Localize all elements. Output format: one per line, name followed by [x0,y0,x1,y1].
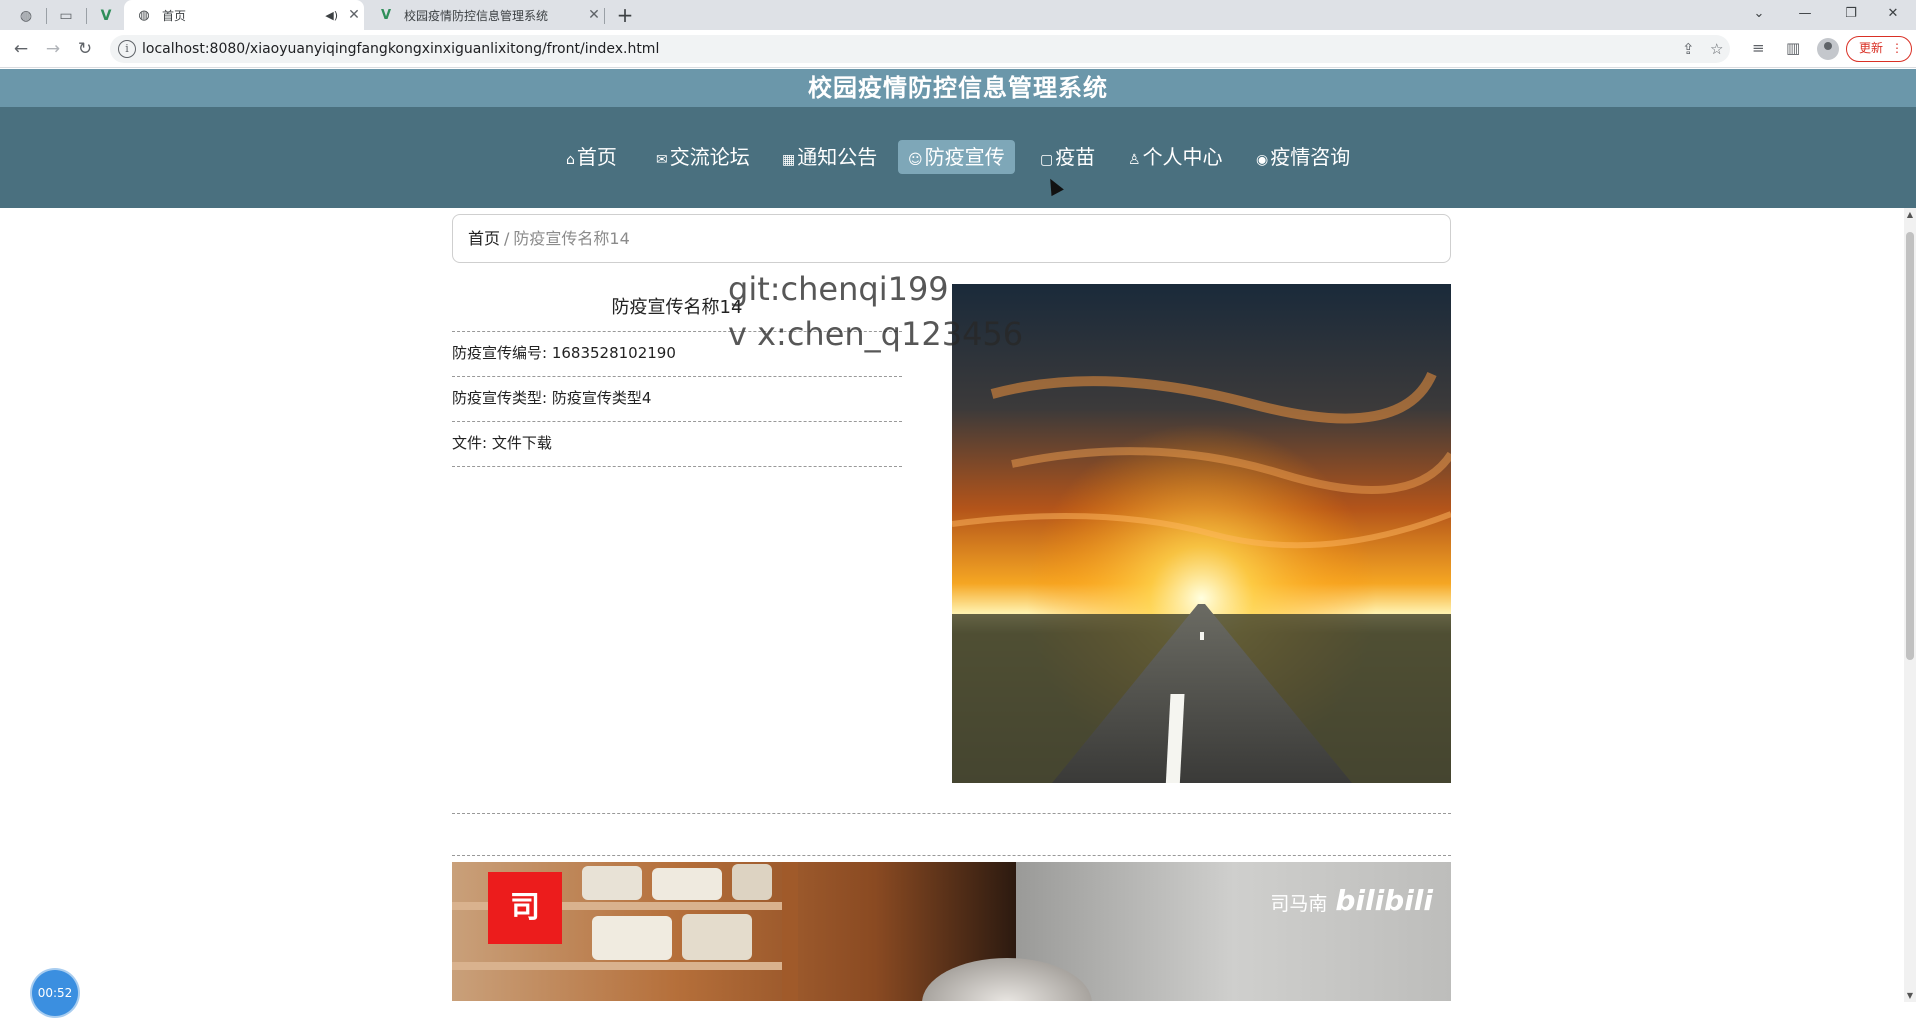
propaganda-image [952,284,1451,783]
update-label: 更新 [1859,41,1884,55]
bilibili-logo: bilibili [1335,884,1433,917]
divider [452,855,1451,856]
smile-icon: ☺ [908,152,923,168]
watermark-line2: v x:chen_q123456 [728,315,1024,353]
bookmark-star-icon[interactable]: ☆ [1710,40,1723,58]
browser-toolbar: ← → ↻ i localhost:8080/xiaoyuanyiqingfan… [0,30,1916,68]
nav-item-vaccine[interactable]: ▢ 疫苗 [1030,140,1105,174]
nav-item-home[interactable]: ⌂ 首页 [556,140,627,174]
tab-separator [46,8,47,24]
home-icon: ⌂ [566,152,575,168]
address-bar[interactable]: i localhost:8080/xiaoyuanyiqingfangkongx… [110,35,1730,63]
breadcrumb: 首页 / 防疫宣传名称14 [452,214,1451,263]
tab-home[interactable]: ◍ 首页 ◀) ✕ [124,0,364,30]
detail-file: 文件: 文件下载 [452,421,902,465]
file-label: 文件: [452,434,492,452]
tab-separator [604,8,605,24]
nav-label: 通知公告 [797,145,878,169]
close-window-icon[interactable]: ✕ [1870,0,1916,30]
nav-label: 疫苗 [1055,145,1096,169]
tab-label: 首页 [162,8,187,23]
scroll-down-icon[interactable]: ▼ [1904,991,1916,1000]
main-nav: ⌂ 首页 ✉ 交流论坛 ▦ 通知公告 ☺ 防疫宣传 ▢ 疫苗 ♙ 个人中心 ◉ 疫情咨询 [0,107,1916,208]
new-tab-button[interactable]: + [612,2,638,28]
breadcrumb-separator: / [504,229,510,248]
blank-page-icon[interactable]: ▭ [54,4,78,28]
nav-item-notice[interactable]: ▦ 通知公告 [772,140,887,174]
detail-type: 防疫宣传类型: 防疫宣传类型4 [452,376,902,420]
globe-icon: ◍ [138,7,150,23]
video-player[interactable]: 司 司马南 bilibili [452,862,1451,1001]
video-watermark: 司马南 bilibili [1270,884,1433,917]
close-tab-icon[interactable]: ✕ [584,7,604,23]
tab-label: 校园疫情防控信息管理系统 [404,8,549,23]
divider [452,466,902,467]
channel-logo: 司 [488,872,562,944]
forward-icon[interactable]: → [40,36,66,62]
nav-item-forum[interactable]: ✉ 交流论坛 [646,140,760,174]
update-button[interactable]: 更新 ⋮ [1846,36,1912,62]
vue-logo-icon: V [380,7,392,23]
scroll-up-icon[interactable]: ▲ [1904,210,1916,219]
speaker-icon[interactable]: ◀) [325,9,338,22]
file-download-link[interactable]: 文件下载 [492,434,552,452]
nav-item-propaganda[interactable]: ☺ 防疫宣传 [898,140,1015,174]
profile-avatar[interactable] [1817,38,1839,60]
tab-separator [86,8,87,24]
square-icon: ▢ [1040,152,1054,168]
url-text[interactable]: localhost:8080/xiaoyuanyiqingfangkongxin… [142,41,659,57]
video-brand: 司马南 [1270,893,1328,915]
reload-icon[interactable]: ↻ [72,36,98,62]
globe-icon[interactable]: ◍ [14,4,38,28]
tab-system[interactable]: V 校园疫情防控信息管理系统 ✕ [366,0,604,30]
breadcrumb-current: 防疫宣传名称14 [513,229,630,248]
grid-icon: ▦ [782,152,796,168]
menu-dots-icon[interactable]: ⋮ [1891,37,1903,60]
timer-badge[interactable]: 00:52 [32,970,78,1016]
nav-item-profile[interactable]: ♙ 个人中心 [1118,140,1233,174]
minimize-icon[interactable]: — [1782,0,1828,30]
nav-label: 交流论坛 [669,145,750,169]
nav-label: 疫情咨询 [1270,145,1351,169]
restore-icon[interactable]: ❐ [1828,0,1874,30]
page-scrollbar[interactable]: ▲ ▼ [1904,208,1916,1002]
breadcrumb-home[interactable]: 首页 [468,229,500,248]
chat-icon: ◉ [1256,152,1269,168]
back-icon[interactable]: ← [8,36,34,62]
reading-list-icon[interactable]: ≡ [1752,39,1765,57]
divider [452,813,1451,814]
share-icon[interactable]: ⇪ [1682,40,1695,58]
watermark-line1: git:chenqi199 [728,270,949,308]
site-title-bar: 校园疫情防控信息管理系统 [0,69,1916,107]
user-icon: ♙ [1128,152,1141,168]
nav-label: 首页 [576,145,617,169]
nav-label: 个人中心 [1142,145,1223,169]
site-title: 校园疫情防控信息管理系统 [808,74,1108,102]
browser-tab-bar: ◍ ▭ V ◍ 首页 ◀) ✕ V 校园疫情防控信息管理系统 ✕ + ⌄ — ❐… [0,0,1916,30]
nav-item-consult[interactable]: ◉ 疫情咨询 [1246,140,1360,174]
site-info-icon[interactable]: i [118,40,136,58]
close-tab-icon[interactable]: ✕ [344,7,364,23]
vue-logo-icon[interactable]: V [94,4,118,28]
scroll-thumb[interactable] [1906,232,1914,660]
nav-label: 防疫宣传 [924,145,1005,169]
tab-search-icon[interactable]: ⌄ [1736,0,1782,30]
mail-icon: ✉ [656,152,668,168]
side-panel-icon[interactable]: ▥ [1786,39,1800,57]
